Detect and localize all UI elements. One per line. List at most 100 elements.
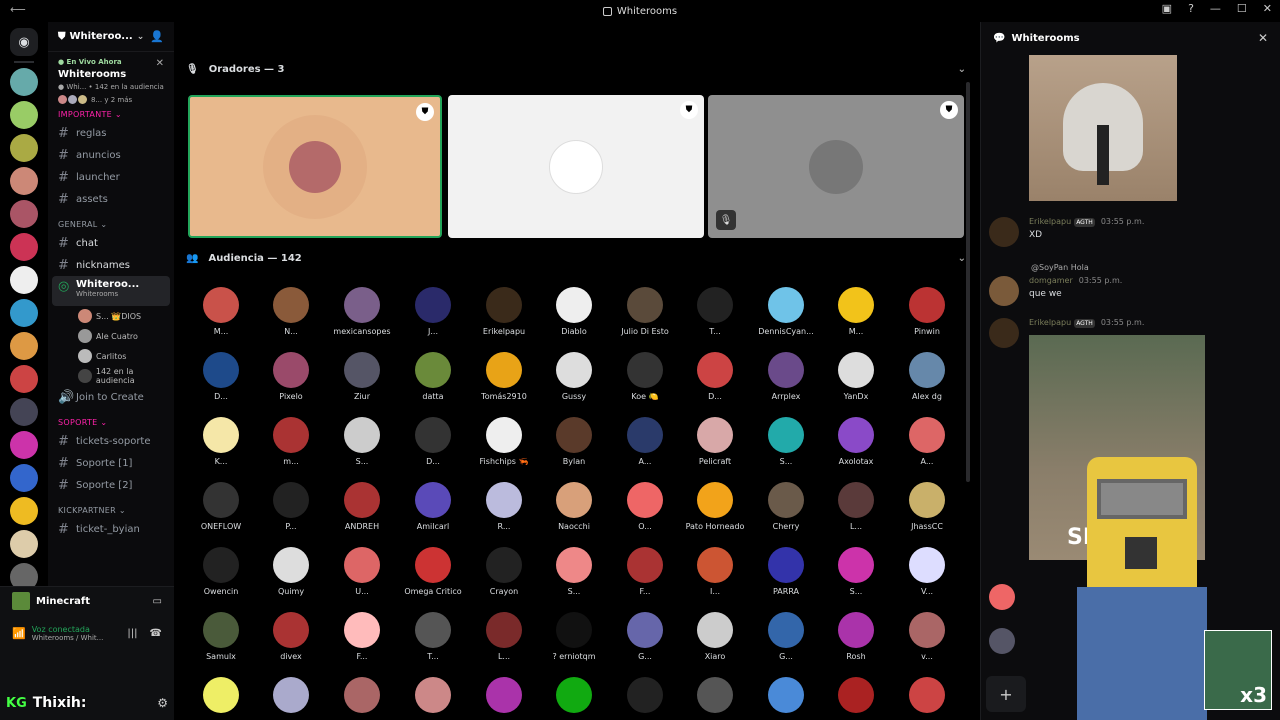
speaker-tile[interactable]: ⛊ 🎙 [708,95,964,238]
audience-member[interactable]: DennisCyan... [751,287,821,336]
audience-member[interactable]: K... [186,417,256,466]
username[interactable]: domgamer [1029,276,1073,285]
activity-minecraft[interactable]: Minecraft ▭ [0,587,174,615]
audience-member[interactable]: S... [539,547,609,596]
audience-member[interactable] [610,677,680,717]
audience-member[interactable] [892,677,962,717]
audience-member[interactable]: N... [256,287,326,336]
audience-member[interactable]: PARRA [751,547,821,596]
voice-user[interactable]: 142 en la audiencia [48,366,174,386]
channel-launcher[interactable]: # launcher [48,166,174,188]
chevron-down-icon[interactable]: ⌄ [958,64,966,75]
audience-member[interactable] [539,677,609,717]
audience-member[interactable]: L... [469,612,539,661]
audience-member[interactable]: Quimy [256,547,326,596]
audience-member[interactable]: F... [327,612,397,661]
audience-member[interactable] [469,677,539,717]
audience-member[interactable]: S... [327,417,397,466]
server-icon[interactable] [10,299,38,327]
audience-member[interactable]: T... [398,612,468,661]
close-icon[interactable]: ✕ [1263,2,1272,15]
audience-member[interactable]: G... [610,612,680,661]
username[interactable]: Erikelpapu [1029,217,1071,226]
audience-member[interactable]: V... [892,547,962,596]
username[interactable]: Erikelpapu [1029,318,1071,327]
speakers-header[interactable]: 🎙 Oradores — 3 ⌄ [186,64,966,75]
audience-member[interactable]: Tomás2910 [469,352,539,401]
server-icon[interactable] [10,200,38,228]
audience-member[interactable]: D... [680,352,750,401]
audience-member[interactable]: Pelicraft [680,417,750,466]
settings-icon[interactable]: ⚙ [157,696,168,710]
avatar[interactable] [989,628,1015,654]
activity-icon[interactable]: ▭ [153,596,162,607]
server-icon[interactable] [10,167,38,195]
audience-member[interactable]: G... [751,612,821,661]
audience-member[interactable]: Xiaro [680,612,750,661]
server-icon[interactable] [10,101,38,129]
audience-member[interactable]: ONEFLOW [186,482,256,531]
audience-member[interactable]: R... [469,482,539,531]
chevron-down-icon[interactable]: ⌄ [958,253,966,264]
audience-member[interactable]: JhassCC [892,482,962,531]
avatar[interactable] [989,276,1019,306]
audience-member[interactable]: P... [256,482,326,531]
channel-assets[interactable]: # assets [48,188,174,210]
audience-member[interactable]: A... [610,417,680,466]
server-icon[interactable] [10,68,38,96]
audience-member[interactable] [256,677,326,717]
audience-member[interactable]: Rosh [821,612,891,661]
speaker-tile[interactable]: ⛊ [188,95,442,238]
voice-user[interactable]: Ale Cuatro [48,326,174,346]
live-now-card[interactable]: ● En Vivo Ahora Whiterooms ● Whi... • 14… [48,52,174,124]
audience-member[interactable] [680,677,750,717]
audience-member[interactable]: M... [821,287,891,336]
channel-soporte-2[interactable]: # Soporte [2] [48,474,174,496]
audience-member[interactable]: Bylan [539,417,609,466]
audience-member[interactable] [821,677,891,717]
audience-member[interactable]: T... [680,287,750,336]
avatar[interactable] [989,217,1019,247]
audience-member[interactable]: Ziur [327,352,397,401]
add-user-icon[interactable]: 👤 [150,30,164,43]
channel-ticket-byian[interactable]: # ticket-_byian [48,518,174,540]
server-icon[interactable] [10,134,38,162]
category-support[interactable]: SOPORTE ⌄ [48,408,174,430]
voice-user[interactable]: Carlitos [48,346,174,366]
audience-member[interactable]: datta [398,352,468,401]
server-icon[interactable] [10,365,38,393]
close-icon[interactable]: ✕ [156,58,164,69]
channel-anuncios[interactable]: # anuncios [48,144,174,166]
server-icon[interactable] [10,530,38,558]
server-icon[interactable] [10,431,38,459]
audience-header[interactable]: 👥 Audiencia — 142 ⌄ [186,253,966,264]
cat-image[interactable] [1029,55,1177,201]
audience-member[interactable]: Amilcarl [398,482,468,531]
minimize-icon[interactable]: — [1210,2,1221,15]
maximize-icon[interactable]: ☐ [1237,2,1247,15]
waveform-icon[interactable]: ||| [127,628,137,639]
server-icon[interactable] [10,233,38,261]
audience-member[interactable]: Diablo [539,287,609,336]
audience-member[interactable]: I... [680,547,750,596]
category-general[interactable]: GENERAL ⌄ [48,210,174,232]
audience-member[interactable]: U... [327,547,397,596]
audience-member[interactable]: L... [821,482,891,531]
channel-stage-whiterooms[interactable]: ◎ Whiteroo... Whiterooms [52,276,170,306]
audience-member[interactable]: S... [751,417,821,466]
avatar[interactable] [989,584,1015,610]
server-icon[interactable] [10,464,38,492]
audience-member[interactable]: divex [256,612,326,661]
audience-member[interactable]: D... [186,352,256,401]
audience-member[interactable]: Cherry [751,482,821,531]
audience-member[interactable]: O... [610,482,680,531]
help-icon[interactable]: ? [1188,2,1194,15]
category-kickpartner[interactable]: KICKPARTNER ⌄ [48,496,174,518]
audience-member[interactable]: Erikelpapu [469,287,539,336]
discord-home-icon[interactable]: ◉ [10,28,38,56]
back-icon[interactable]: ⟵ [10,3,26,16]
audience-member[interactable]: Crayon [469,547,539,596]
audience-member[interactable]: m... [256,417,326,466]
audience-member[interactable]: A... [892,417,962,466]
server-icon[interactable] [10,497,38,525]
